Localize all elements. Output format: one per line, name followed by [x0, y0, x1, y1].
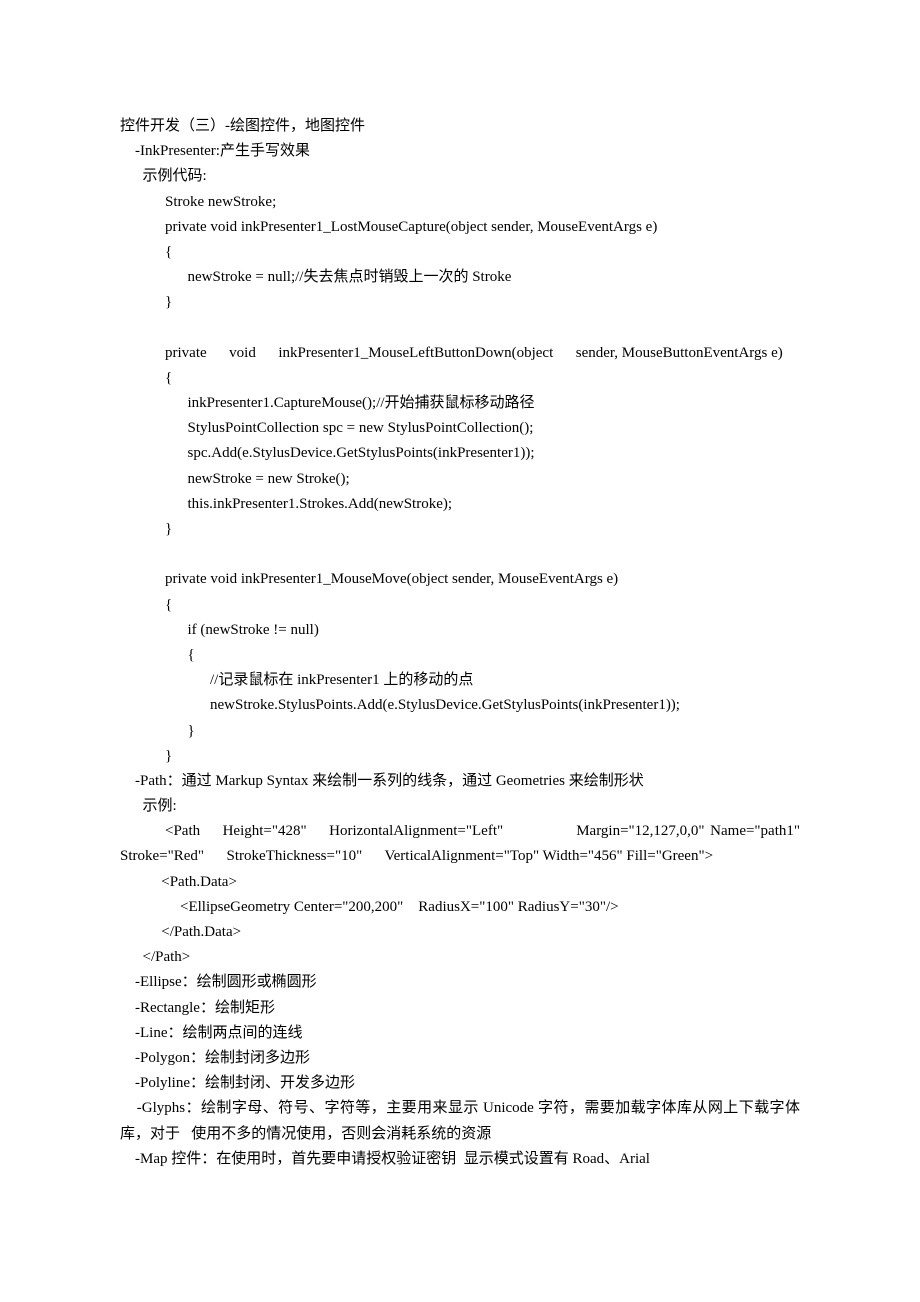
document-body: 控件开发（三）-绘图控件，地图控件 -InkPresenter:产生手写效果 示…	[120, 114, 800, 1172]
